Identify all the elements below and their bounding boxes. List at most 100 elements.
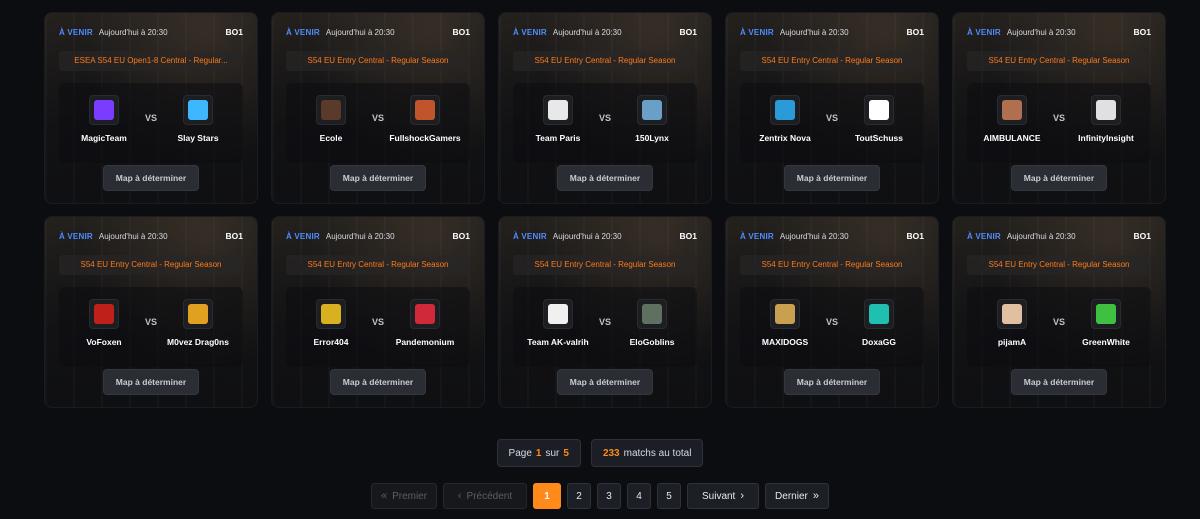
team-logo [997, 299, 1027, 329]
card-header: À VENIR Aujourd'hui à 20:30 BO1 [286, 231, 470, 241]
page-button-3[interactable]: 3 [597, 483, 621, 509]
match-format: BO1 [679, 27, 697, 37]
league-name: ESEA S54 EU Open1-8 Central - Regular... [59, 51, 243, 71]
team-right[interactable]: DoxaGG [834, 299, 924, 347]
team-right[interactable]: 150Lynx [607, 95, 697, 143]
team-left[interactable]: Ecole [286, 95, 376, 143]
match-status: À VENIR [740, 27, 774, 37]
map-tbd-button[interactable]: Map à déterminer [1011, 165, 1107, 191]
team-right[interactable]: EloGoblins [607, 299, 697, 347]
page-button-5[interactable]: 5 [657, 483, 681, 509]
team-logo-mark [1096, 100, 1116, 120]
match-time: Aujourd'hui à 20:30 [98, 27, 168, 37]
map-tbd-button[interactable]: Map à déterminer [557, 165, 653, 191]
league-name: S54 EU Entry Central - Regular Season [286, 255, 470, 275]
match-status: À VENIR [59, 27, 93, 37]
map-tbd-button[interactable]: Map à déterminer [103, 369, 199, 395]
card-header: À VENIR Aujourd'hui à 20:30 BO1 [967, 231, 1151, 241]
match-card[interactable]: À VENIR Aujourd'hui à 20:30 BO1 S54 EU E… [952, 12, 1166, 204]
team-left[interactable]: Team Paris [513, 95, 603, 143]
match-card[interactable]: À VENIR Aujourd'hui à 20:30 BO1 S54 EU E… [271, 12, 485, 204]
team-name: Zentrix Nova [759, 133, 811, 143]
team-name: Team AK-valrih [527, 337, 589, 347]
team-right[interactable]: GreenWhite [1061, 299, 1151, 347]
match-card[interactable]: À VENIR Aujourd'hui à 20:30 BO1 S54 EU E… [725, 12, 939, 204]
match-format: BO1 [452, 231, 470, 241]
team-left[interactable]: Team AK-valrih [513, 299, 603, 347]
team-left[interactable]: VoFoxen [59, 299, 149, 347]
team-logo [1091, 95, 1121, 125]
match-format: BO1 [225, 231, 243, 241]
match-status: À VENIR [967, 27, 1001, 37]
league-name: S54 EU Entry Central - Regular Season [286, 51, 470, 71]
team-logo-mark [321, 304, 341, 324]
match-status: À VENIR [513, 231, 547, 241]
card-header: À VENIR Aujourd'hui à 20:30 BO1 [740, 231, 924, 241]
map-tbd-button[interactable]: Map à déterminer [330, 165, 426, 191]
team-right[interactable]: M0vez Drag0ns [153, 299, 243, 347]
team-right[interactable]: ToutSchuss [834, 95, 924, 143]
map-tbd-button[interactable]: Map à déterminer [1011, 369, 1107, 395]
team-logo-mark [548, 304, 568, 324]
page-button-1[interactable]: 1 [533, 483, 561, 509]
team-logo-mark [94, 100, 114, 120]
team-right[interactable]: FullshockGamers [380, 95, 470, 143]
next-page-button[interactable]: Suivant › [687, 483, 759, 509]
first-page-button[interactable]: « Premier [371, 483, 437, 509]
page-button-2[interactable]: 2 [567, 483, 591, 509]
card-header: À VENIR Aujourd'hui à 20:30 BO1 [286, 27, 470, 37]
match-card[interactable]: À VENIR Aujourd'hui à 20:30 BO1 S54 EU E… [271, 216, 485, 408]
team-left[interactable]: pijamA [967, 299, 1057, 347]
match-time: Aujourd'hui à 20:30 [325, 27, 395, 37]
map-tbd-button[interactable]: Map à déterminer [103, 165, 199, 191]
team-name: pijamA [997, 337, 1027, 347]
match-card[interactable]: À VENIR Aujourd'hui à 20:30 BO1 ESEA S54… [44, 12, 258, 204]
map-tbd-button[interactable]: Map à déterminer [784, 165, 880, 191]
team-logo [89, 95, 119, 125]
match-count-suffix: matchs au total [623, 447, 692, 459]
team-logo [183, 95, 213, 125]
match-teams: MAXIDOGS VS DoxaGG [740, 287, 924, 367]
team-logo-mark [1096, 304, 1116, 324]
team-left[interactable]: AIMBULANCE [967, 95, 1057, 143]
team-left[interactable]: MagicTeam [59, 95, 149, 143]
match-format: BO1 [1133, 231, 1151, 241]
team-left[interactable]: Zentrix Nova [740, 95, 830, 143]
page-total: 5 [563, 447, 569, 459]
match-teams: Team Paris VS 150Lynx [513, 83, 697, 163]
team-logo [410, 299, 440, 329]
match-time: Aujourd'hui à 20:30 [325, 231, 395, 241]
team-logo [316, 299, 346, 329]
match-card[interactable]: À VENIR Aujourd'hui à 20:30 BO1 S54 EU E… [498, 216, 712, 408]
team-logo [864, 95, 894, 125]
match-status: À VENIR [286, 27, 320, 37]
map-tbd-button[interactable]: Map à déterminer [557, 369, 653, 395]
team-left[interactable]: MAXIDOGS [740, 299, 830, 347]
league-name: S54 EU Entry Central - Regular Season [59, 255, 243, 275]
match-card[interactable]: À VENIR Aujourd'hui à 20:30 BO1 S54 EU E… [952, 216, 1166, 408]
team-name: VoFoxen [86, 337, 122, 347]
league-name: S54 EU Entry Central - Regular Season [740, 51, 924, 71]
page-button-4[interactable]: 4 [627, 483, 651, 509]
team-name: Team Paris [535, 133, 581, 143]
match-time: Aujourd'hui à 20:30 [1006, 231, 1076, 241]
team-left[interactable]: Error404 [286, 299, 376, 347]
match-card[interactable]: À VENIR Aujourd'hui à 20:30 BO1 S54 EU E… [498, 12, 712, 204]
team-logo [770, 299, 800, 329]
map-tbd-button[interactable]: Map à déterminer [330, 369, 426, 395]
team-right[interactable]: InfinityInsight [1061, 95, 1151, 143]
last-page-button[interactable]: Dernier » [765, 483, 829, 509]
team-name: AIMBULANCE [983, 133, 1041, 143]
league-name: S54 EU Entry Central - Regular Season [513, 51, 697, 71]
team-name: MagicTeam [81, 133, 127, 143]
league-name: S54 EU Entry Central - Regular Season [967, 255, 1151, 275]
team-right[interactable]: Slay Stars [153, 95, 243, 143]
prev-page-button[interactable]: ‹ Précédent [443, 483, 527, 509]
match-card[interactable]: À VENIR Aujourd'hui à 20:30 BO1 S54 EU E… [725, 216, 939, 408]
match-card[interactable]: À VENIR Aujourd'hui à 20:30 BO1 S54 EU E… [44, 216, 258, 408]
team-logo-mark [775, 100, 795, 120]
map-tbd-button[interactable]: Map à déterminer [784, 369, 880, 395]
team-right[interactable]: Pandemonium [380, 299, 470, 347]
match-format: BO1 [906, 231, 924, 241]
match-status: À VENIR [740, 231, 774, 241]
